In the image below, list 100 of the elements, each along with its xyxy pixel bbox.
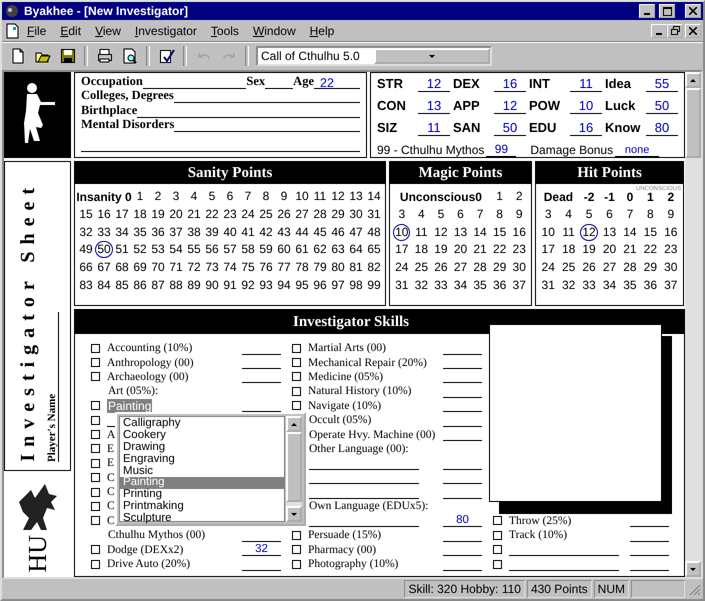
stat-value[interactable]: 12 (418, 76, 450, 92)
stat-value[interactable]: 16 (570, 120, 602, 136)
point-number[interactable]: 75 (239, 259, 257, 276)
point-number[interactable]: 6 (604, 206, 615, 224)
point-number[interactable]: 88 (167, 276, 185, 294)
point-number[interactable]: 25 (412, 259, 430, 276)
stat-value[interactable]: 55 (646, 76, 678, 92)
point-number[interactable]: 36 (149, 224, 167, 241)
list-item[interactable]: Painting (120, 477, 284, 490)
stat-value[interactable]: 11 (570, 76, 602, 92)
point-number[interactable]: 7 (242, 188, 254, 206)
point-number[interactable]: 86 (131, 276, 149, 294)
point-number[interactable]: 68 (113, 259, 131, 276)
checkbox[interactable] (292, 560, 301, 569)
point-number[interactable]: 4 (416, 206, 427, 224)
point-number[interactable]: 46 (329, 224, 347, 241)
point-number[interactable]: 23 (221, 206, 239, 224)
point-number[interactable]: 60 (275, 241, 293, 258)
point-number[interactable]: 30 (662, 259, 680, 276)
point-number[interactable]: 82 (365, 259, 383, 276)
point-number[interactable]: 14 (365, 188, 383, 206)
point-number[interactable]: 18 (131, 206, 149, 224)
point-number[interactable]: 98 (347, 276, 365, 294)
point-number[interactable]: 3 (542, 206, 554, 224)
point-number[interactable]: 57 (221, 241, 239, 258)
point-number[interactable]: 65 (365, 241, 383, 258)
checkbox[interactable] (91, 430, 100, 440)
point-number[interactable]: 52 (131, 241, 149, 258)
point-number[interactable]: 15 (490, 224, 508, 241)
point-number[interactable]: 14 (621, 224, 639, 241)
point-number[interactable]: 83 (77, 276, 95, 294)
point-number[interactable]: 56 (203, 241, 221, 258)
point-number[interactable]: 44 (293, 224, 311, 241)
point-number[interactable]: 33 (432, 276, 450, 294)
stat-value[interactable]: 16 (494, 76, 526, 92)
point-number[interactable]: 58 (239, 241, 257, 258)
point-number[interactable]: 10 (540, 224, 557, 241)
checkbox[interactable] (91, 473, 100, 482)
point-number[interactable]: 15 (77, 206, 95, 224)
checkbox[interactable] (292, 344, 301, 353)
point-number[interactable]: 4 (563, 206, 574, 224)
scroll-down-button[interactable] (685, 561, 701, 577)
point-number[interactable]: 94 (275, 276, 293, 294)
point-number[interactable]: 9 (278, 188, 290, 206)
menu-item[interactable]: Tools (204, 22, 246, 40)
ruleset-dropdown[interactable]: Call of Cthulhu 5.0 (256, 46, 492, 66)
menu-item[interactable]: Help (302, 22, 342, 40)
checkbox[interactable] (493, 560, 502, 569)
point-number[interactable]: 33 (580, 276, 598, 294)
point-number[interactable]: 31 (393, 276, 410, 294)
scroll-down-button[interactable] (286, 506, 302, 522)
skill-value[interactable]: 32 (242, 543, 281, 556)
point-number[interactable]: 50 (95, 241, 113, 258)
point-number[interactable]: 26 (275, 206, 293, 224)
point-number[interactable]: 49 (77, 241, 95, 258)
stat-value[interactable]: 80 (646, 120, 678, 136)
point-number[interactable]: 74 (221, 259, 239, 276)
point-number[interactable]: 5 (584, 206, 594, 224)
checkbox[interactable] (493, 530, 502, 540)
point-number[interactable]: 19 (432, 241, 450, 258)
point-number[interactable]: 85 (113, 276, 131, 294)
checkbox[interactable] (91, 372, 100, 382)
point-number[interactable]: 5 (436, 206, 446, 224)
point-number[interactable]: 90 (203, 276, 221, 294)
checkbox[interactable] (91, 560, 100, 569)
stat-value[interactable]: 50 (494, 120, 526, 136)
point-number[interactable]: 63 (329, 241, 347, 258)
menu-item[interactable]: Window (246, 22, 303, 40)
point-number[interactable]: 40 (221, 224, 239, 241)
point-number[interactable]: 18 (412, 241, 430, 258)
point-number[interactable]: 32 (560, 276, 578, 294)
point-number[interactable]: 20 (600, 241, 618, 258)
point-number[interactable]: 30 (510, 259, 528, 276)
point-number[interactable]: 14 (471, 224, 489, 241)
point-number[interactable]: 61 (293, 241, 311, 258)
point-number[interactable]: 21 (185, 206, 203, 224)
point-number[interactable]: 76 (257, 259, 275, 276)
point-number[interactable]: 42 (257, 224, 275, 241)
point-number[interactable]: 21 (621, 241, 639, 258)
point-number[interactable]: 38 (185, 224, 203, 241)
point-number[interactable]: 95 (293, 276, 311, 294)
close-button[interactable] (685, 4, 701, 18)
maximize-button[interactable] (659, 4, 675, 18)
point-number[interactable]: 10 (293, 188, 311, 206)
point-number[interactable]: 28 (311, 206, 329, 224)
point-number[interactable]: 51 (113, 241, 131, 258)
point-number[interactable]: 29 (642, 259, 660, 276)
menu-item[interactable]: Investigator (128, 22, 204, 40)
list-item[interactable]: Calligraphy (120, 418, 284, 430)
point-number[interactable]: 24 (239, 206, 257, 224)
list-item[interactable]: Printmaking (120, 501, 284, 514)
point-number[interactable]: 35 (471, 276, 489, 294)
close-button[interactable] (685, 24, 701, 38)
checkbox[interactable] (91, 545, 100, 554)
point-number[interactable]: 17 (113, 206, 131, 224)
point-number[interactable]: 59 (257, 241, 275, 258)
point-number[interactable]: 37 (167, 224, 185, 241)
checkbox[interactable] (292, 372, 301, 382)
point-number[interactable]: 2 (152, 188, 164, 206)
list-item[interactable]: Drawing (120, 442, 284, 454)
